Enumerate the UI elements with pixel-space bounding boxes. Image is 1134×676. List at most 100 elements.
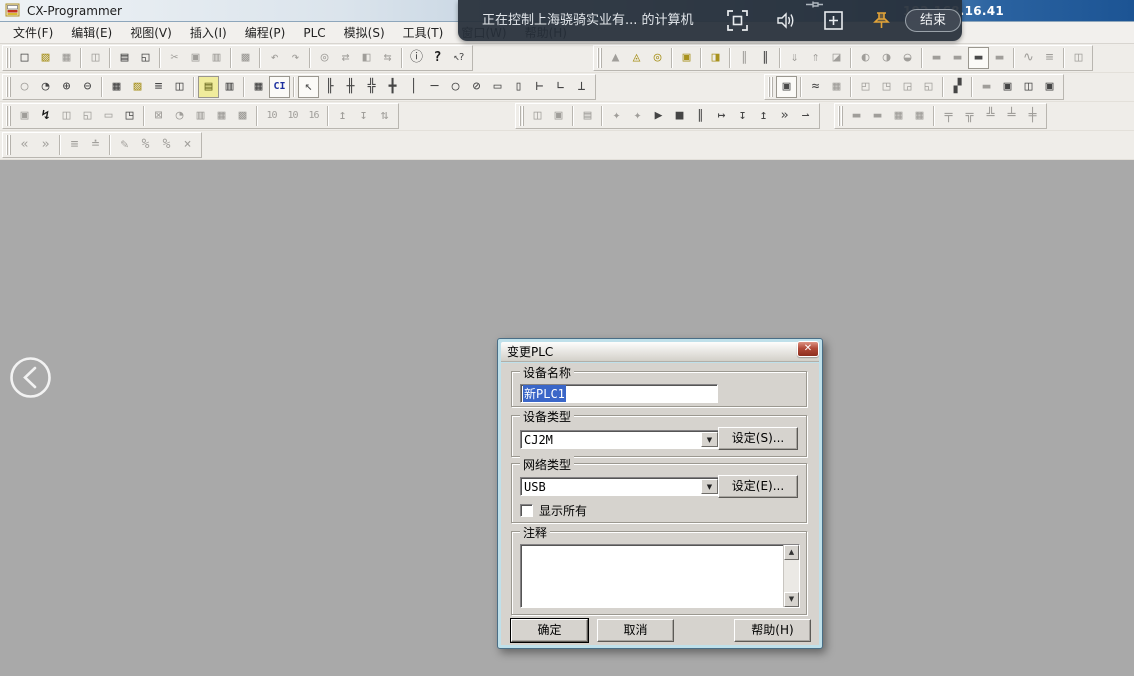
search-options-button[interactable]: ⇄ [335, 47, 356, 69]
device-name-input[interactable]: 新PLC1 [520, 384, 718, 403]
indent-right-button[interactable]: » [35, 134, 56, 156]
remote-back-button[interactable] [8, 355, 53, 400]
menu-view[interactable]: 视图(V) [121, 22, 181, 43]
watch-window-button[interactable]: ◱ [77, 105, 98, 127]
compare-with-plc-button[interactable]: ◪ [826, 47, 847, 69]
topology-c-button[interactable]: ╩ [980, 105, 1001, 127]
monitor-window-button[interactable]: ◐ [855, 47, 876, 69]
split-program-button[interactable]: ⊠ [148, 105, 169, 127]
watch-add-2-button[interactable]: ◳ [876, 76, 897, 98]
help-button[interactable]: ? [427, 47, 448, 69]
build-button[interactable]: ↯ [35, 105, 56, 127]
time-chart-button[interactable]: ≡ [1039, 47, 1060, 69]
topology-b-button[interactable]: ╦ [959, 105, 980, 127]
menu-file[interactable]: 文件(F) [4, 22, 62, 43]
network-a-button[interactable]: ▬ [846, 105, 867, 127]
sim-stop-button[interactable]: ■ [669, 105, 690, 127]
network-c-button[interactable]: ▦ [888, 105, 909, 127]
toolbar-handle[interactable] [6, 135, 12, 155]
cascade-window-button[interactable]: ▣ [548, 105, 569, 127]
online-simulator-button[interactable]: ◬ [626, 47, 647, 69]
contact-nc-button[interactable]: ╫ [340, 76, 361, 98]
chevron-down-icon[interactable]: ▼ [701, 432, 718, 447]
memory-card-button[interactable]: ▩ [232, 105, 253, 127]
coil-button[interactable]: ○ [445, 76, 466, 98]
replace-button[interactable]: ◧ [356, 47, 377, 69]
pause-simulator-button[interactable]: ∥ [734, 47, 755, 69]
delete-connector-button[interactable]: ⊥ [571, 76, 592, 98]
plc-clock-button[interactable]: ◔ [169, 105, 190, 127]
calendar-button[interactable]: ▦ [826, 76, 847, 98]
toolbar-handle[interactable] [838, 106, 844, 126]
end-session-button[interactable]: 结束 [905, 9, 961, 32]
network-b-button[interactable]: ▬ [867, 105, 888, 127]
work-online-button[interactable]: ▲ [605, 47, 626, 69]
marker-pen-button[interactable]: ✎ [114, 134, 135, 156]
display-hex-button[interactable]: 16 [303, 105, 324, 127]
split-window-button[interactable]: ◫ [527, 105, 548, 127]
zoom-in-button[interactable]: ⊕ [56, 76, 77, 98]
sim-run-to-button[interactable]: ⇀ [795, 105, 816, 127]
new-window-icon[interactable] [823, 10, 844, 31]
topology-d-button[interactable]: ╧ [1001, 105, 1022, 127]
zoom-out-button[interactable]: ⊖ [77, 76, 98, 98]
io-rack-c-button[interactable]: ▬ [968, 47, 989, 69]
toolbar-handle[interactable] [6, 77, 12, 97]
window-2-button[interactable]: ▣ [997, 76, 1018, 98]
open-file-button[interactable]: ▧ [35, 47, 56, 69]
menu-tools[interactable]: 工具(T) [394, 22, 453, 43]
instruction-box2-button[interactable]: ▯ [508, 76, 529, 98]
fb-call-button[interactable]: ⊢ [529, 76, 550, 98]
instruction-box-button[interactable]: ▭ [487, 76, 508, 98]
zoom-tool-button[interactable]: ○ [14, 76, 35, 98]
or-contact-no-button[interactable]: ╬ [361, 76, 382, 98]
redo-button[interactable]: ↷ [285, 47, 306, 69]
sim-pause-button[interactable]: ∥ [690, 105, 711, 127]
pause-mode-button[interactable]: ∥ [755, 47, 776, 69]
io-rack-a-button[interactable]: ▬ [926, 47, 947, 69]
io-rack-d-button[interactable]: ▬ [989, 47, 1010, 69]
marker-percent-b-button[interactable]: % [156, 134, 177, 156]
sim-step-button[interactable]: ↦ [711, 105, 732, 127]
cancel-button[interactable]: 取消 [597, 619, 674, 642]
window-3-button[interactable]: ◫ [1018, 76, 1039, 98]
zoom-custom-button[interactable]: ◔ [35, 76, 56, 98]
watch-add-1-button[interactable]: ◰ [855, 76, 876, 98]
download-to-plc-button[interactable]: ⇓ [784, 47, 805, 69]
display-decimal-button[interactable]: 10 [261, 105, 282, 127]
print-button[interactable]: ▤ [114, 47, 135, 69]
menu-program[interactable]: 编程(P) [236, 22, 295, 43]
monitor-mode-button[interactable]: ◎ [647, 47, 668, 69]
menu-simulation[interactable]: 模拟(S) [335, 22, 394, 43]
ci-view-button[interactable]: CI [269, 76, 290, 98]
block-program-button[interactable]: ▞ [947, 76, 968, 98]
cut-button[interactable]: ✂ [164, 47, 185, 69]
cross-reference-button[interactable]: ▭ [98, 105, 119, 127]
fullscreen-icon[interactable] [727, 10, 748, 31]
device-type-select[interactable]: CJ2M ▼ [520, 430, 720, 449]
comment-scrollbar[interactable]: ▲ ▼ [783, 545, 799, 607]
device-type-settings-button[interactable]: 设定(S)... [718, 427, 798, 450]
differential-monitor-button[interactable]: ◑ [876, 47, 897, 69]
paste-special-button[interactable]: ▩ [235, 47, 256, 69]
indent-left-button[interactable]: « [14, 134, 35, 156]
menu-insert[interactable]: 插入(I) [181, 22, 236, 43]
sim-step-out-button[interactable]: ↥ [753, 105, 774, 127]
save-file-button[interactable]: ▦ [56, 47, 77, 69]
copy-button[interactable]: ▣ [185, 47, 206, 69]
vertical-line-button[interactable]: │ [403, 76, 424, 98]
io-rack-b-button[interactable]: ▬ [947, 47, 968, 69]
network-d-button[interactable]: ▦ [909, 105, 930, 127]
info-button[interactable]: ⓘ [406, 47, 427, 69]
compare-programs-button[interactable]: ◫ [85, 47, 106, 69]
chevron-down-icon[interactable]: ▼ [701, 479, 718, 494]
comment-textarea[interactable] [521, 545, 783, 607]
list-top-button[interactable]: ≐ [85, 134, 106, 156]
program-mode-button[interactable]: ▣ [676, 47, 697, 69]
pin-icon[interactable] [871, 10, 892, 31]
online-edit-a-button[interactable]: ✦ [606, 105, 627, 127]
io-table-button[interactable]: ▦ [211, 105, 232, 127]
change-all-button[interactable]: ⇆ [377, 47, 398, 69]
speaker-icon[interactable] [775, 10, 796, 31]
grid-toggle-button[interactable]: ▦ [106, 76, 127, 98]
